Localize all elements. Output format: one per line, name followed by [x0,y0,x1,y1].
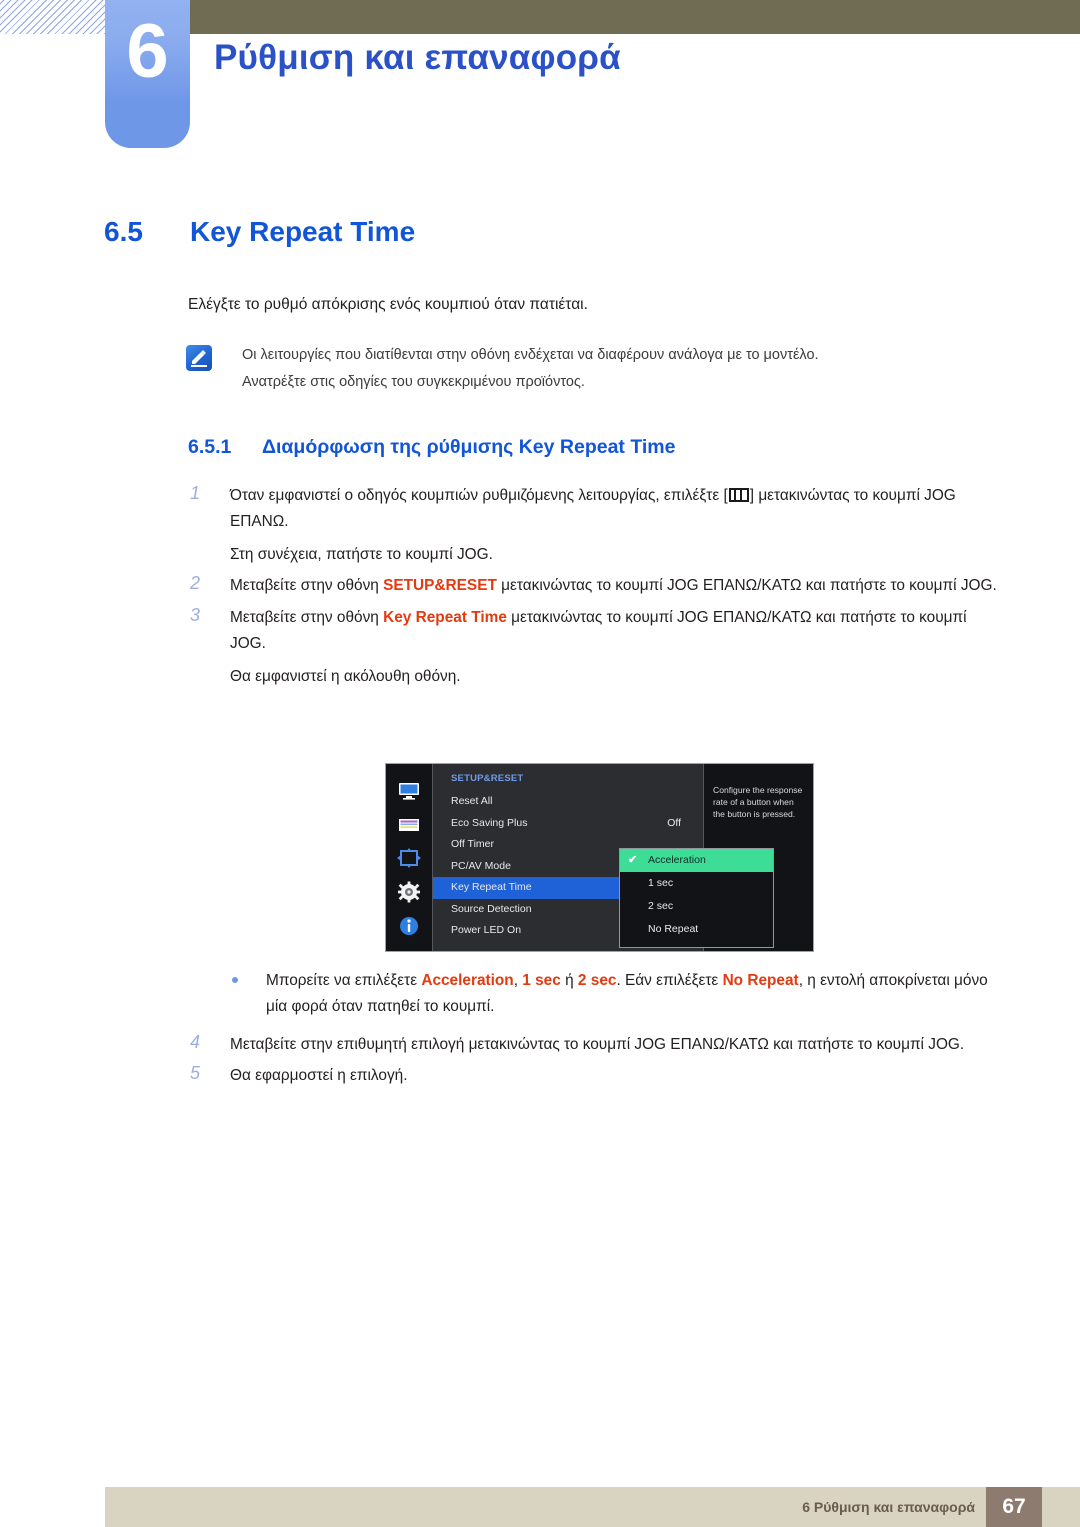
note-box: Οι λειτουργίες που διατίθενται στην οθόν… [186,342,986,396]
bullet-note: Μπορείτε να επιλέξετε Acceleration, 1 se… [230,968,1010,1021]
subsection-title: Διαμόρφωση της ρύθμισης Key Repeat Time [262,436,676,458]
step-item: 1 Όταν εμφανιστεί ο οδηγός κουμπιών ρυθμ… [188,483,1006,568]
bullet-pre: Μπορείτε να επιλέξετε [266,972,422,989]
step-1-sub: Στη συνέχεια, πατήστε το κουμπί JOG. [230,545,493,563]
footer-page-number: 67 [986,1487,1042,1527]
step-item: 2 Μεταβείτε στην οθόνη SETUP&RESET μετακ… [188,573,1006,599]
jog-menu-glyph-icon [728,488,749,502]
step-text: Θα εφαρμοστεί η επιλογή. [230,1067,408,1085]
step-number: 4 [190,1032,201,1052]
osd-main-panel: SETUP&RESET Reset All Eco Saving Plus Of… [432,764,774,951]
osd-row-label: Power LED On [451,924,522,936]
step-3-sub: Θα εμφανιστεί η ακόλουθη οθόνη. [230,667,461,685]
section-intro-text: Ελέγξτε το ρυθμό απόκρισης ενός κουμπιού… [188,296,588,313]
chapter-number: 6 [126,9,169,94]
chapter-number-box: 6 [105,0,190,148]
osd-row-label: Off Timer [451,838,494,850]
color-bars-icon [396,814,422,836]
osd-key-repeat-time-popup: ✔ Acceleration 1 sec 2 sec No Repeat [619,848,774,948]
step-item: 5 Θα εφαρμοστεί η επιλογή. [188,1063,1006,1089]
subsection-heading: 6.5.1 Διαμόρφωση της ρύθμισης Key Repeat … [188,436,676,459]
osd-row-label: PC/AV Mode [451,859,511,872]
info-icon [396,915,422,937]
bullet-sep-2: ή [560,972,578,989]
header-olive-bar [190,0,1080,34]
footer-chapter-label: 6 Ρύθμιση και επαναφορά [802,1499,975,1515]
osd-option-no-repeat[interactable]: No Repeat [620,918,773,941]
step-text: Όταν εμφανιστεί ο οδηγός κουμπιών ρυθμιζ… [230,483,1006,568]
steps-list-2: 4 Μεταβείτε στην επιθυμητή επιλογή μετακ… [188,1032,1006,1095]
section-title: Key Repeat Time [190,216,416,247]
osd-row-label: Eco Saving Plus [451,816,528,829]
step-text: Μεταβείτε στην οθόνη SETUP&RESET μετακιν… [230,573,1006,599]
bullet-dot-icon [232,977,238,983]
step-item: 3 Μεταβείτε στην οθόνη Key Repeat Time μ… [188,605,1006,690]
step-number: 2 [190,573,201,594]
step-3-pre: Μεταβείτε στην οθόνη [230,608,384,626]
step-item: 4 Μεταβείτε στην επιθυμητή επιλογή μετακ… [188,1032,1006,1058]
bullet-mid: . Εάν επιλέξετε [616,972,723,989]
section-heading: 6.5 Key Repeat Time [104,216,415,248]
osd-menu-title: SETUP&RESET [451,773,524,784]
osd-row-eco-saving-plus[interactable]: Eco Saving Plus Off [433,813,703,835]
step-text: Μεταβείτε στην επιθυμητή επιλογή μετακιν… [230,1036,965,1053]
osd-option-label: 2 sec [648,900,674,912]
bullet-option-1: Acceleration [421,972,514,989]
step-number: 3 [190,604,201,625]
bullet-option-4: No Repeat [722,972,799,989]
section-number: 6.5 [104,216,143,247]
move-arrows-icon [396,847,422,869]
steps-list-1: 1 Όταν εμφανιστεί ο οδηγός κουμπιών ρυθμ… [188,483,1006,695]
osd-row-label: Source Detection [451,902,532,915]
osd-row-label: Reset All [451,795,493,807]
step-text: Μεταβείτε στην οθόνη Key Repeat Time μετ… [230,605,1006,690]
step-number: 1 [190,483,201,503]
osd-option-label: No Repeat [648,923,699,935]
step-2-highlight: SETUP&RESET [383,577,497,595]
bullet-option-3: 2 sec [577,972,617,989]
osd-row-label: Key Repeat Time [451,881,532,893]
note-text: Οι λειτουργίες που διατίθενται στην οθόν… [242,342,986,396]
note-pen-icon [186,345,212,371]
chapter-title: Ρύθμιση και επαναφορά [214,38,621,77]
osd-row-value: Off [667,816,681,829]
monitor-icon [396,780,422,802]
step-1-pre: Όταν εμφανιστεί ο οδηγός κουμπιών ρυθμιζ… [230,487,728,504]
decorative-hatch-pattern [0,0,112,34]
bullet-option-2: 1 sec [522,972,561,989]
osd-option-label: Acceleration [648,854,706,866]
step-number: 5 [190,1063,201,1084]
note-line-2: Ανατρέξτε στις οδηγίες του συγκεκριμένου… [242,373,585,390]
osd-menu-screenshot: SETUP&RESET Reset All Eco Saving Plus Of… [385,763,814,952]
osd-row-reset-all[interactable]: Reset All [433,791,703,813]
subsection-number: 6.5.1 [188,436,232,458]
osd-option-2-sec[interactable]: 2 sec [620,895,773,918]
step-3-highlight: Key Repeat Time [383,608,507,626]
step-2-post: μετακινώντας το κουμπί JOG ΕΠΑΝΩ/ΚΑΤΩ κα… [496,577,997,595]
step-2-pre: Μεταβείτε στην οθόνη [230,577,384,595]
osd-option-label: 1 sec [648,877,674,889]
bullet-sep-1: , [513,972,523,989]
osd-option-1-sec[interactable]: 1 sec [620,872,773,895]
check-icon: ✔ [628,854,638,866]
osd-sidebar [386,764,432,951]
note-line-1: Οι λειτουργίες που διατίθενται στην οθόν… [242,347,819,363]
gear-icon [396,881,422,903]
osd-option-acceleration[interactable]: ✔ Acceleration [620,849,773,872]
page-footer: 6 Ρύθμιση και επαναφορά 67 [105,1487,1080,1527]
